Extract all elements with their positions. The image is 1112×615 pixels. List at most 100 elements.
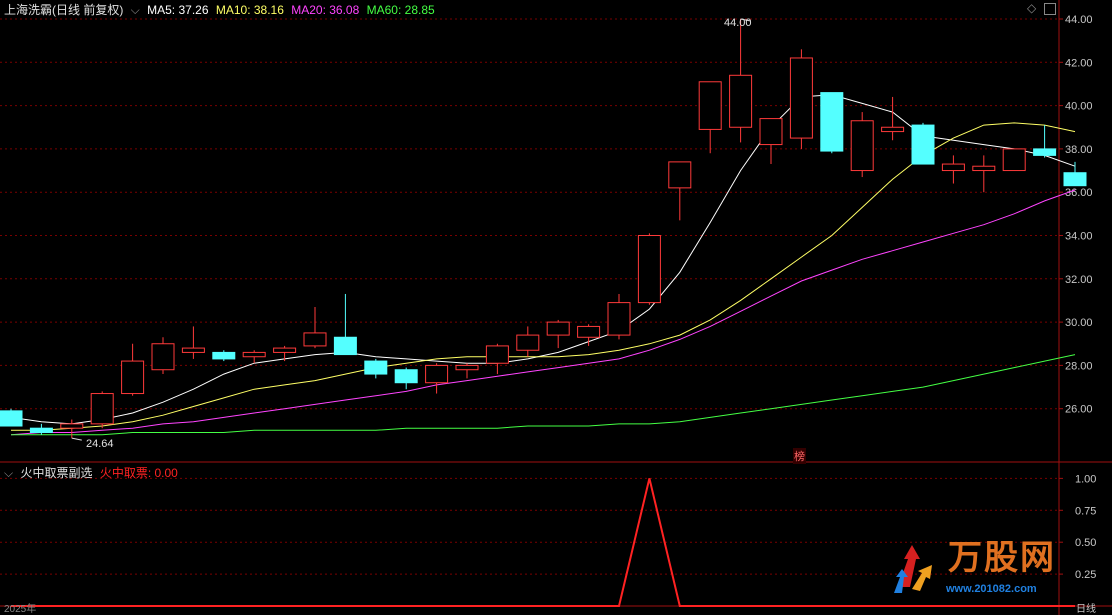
ma5-label: MA5: 37.26 [147, 3, 209, 17]
candle [90, 391, 114, 429]
watermark-brand: 万股网 [948, 539, 1056, 577]
price-tick-label: 28.00 [1065, 360, 1093, 372]
candle-body [0, 410, 23, 427]
ma10-label: MA10: 38.16 [215, 3, 284, 17]
candle [394, 367, 418, 390]
window-toggle-icon[interactable] [1044, 3, 1056, 15]
ma-line-ma10 [11, 122, 1076, 431]
candle [789, 49, 813, 149]
candle-body [303, 332, 327, 347]
candle-body [212, 351, 236, 360]
candle-body [60, 423, 84, 429]
candle-body [972, 165, 996, 172]
candle-body [759, 118, 783, 146]
candle [729, 19, 753, 143]
price-tick-label: 32.00 [1065, 274, 1093, 286]
candle [273, 345, 297, 362]
candle-body [121, 360, 145, 395]
candle-body [911, 124, 935, 165]
candle-body [881, 126, 905, 133]
low-marker-pointer [71, 437, 82, 441]
candle-body [546, 321, 570, 336]
candle [1002, 148, 1026, 172]
candle [455, 363, 479, 379]
price-tick-label: 30.00 [1065, 317, 1093, 329]
indicator-tick-label: 0.75 [1075, 505, 1096, 517]
candle [242, 350, 266, 364]
price-tick-label: 38.00 [1065, 144, 1093, 156]
price-tick-label: 36.00 [1065, 187, 1093, 199]
candle [546, 319, 570, 349]
candle [1033, 125, 1057, 158]
candle-body [607, 302, 631, 336]
candle [972, 155, 996, 193]
candle [820, 92, 844, 154]
candle [698, 81, 722, 154]
candle-body [941, 163, 965, 172]
candle [151, 337, 175, 375]
candle [577, 324, 601, 346]
candle [333, 293, 357, 356]
stock-chart-window: 44.00 42.00 40.00 38.00 36.00 34.00 32.00 30.00… [0, 0, 1112, 615]
rising-arrows-icon [894, 545, 932, 593]
candle-body [273, 347, 297, 353]
candle-body [29, 427, 53, 434]
price-tick-label: 42.00 [1065, 57, 1093, 69]
ma20-label: MA20: 36.08 [291, 3, 360, 17]
settings-circle-icon[interactable]: ⌵ [131, 3, 140, 17]
candle-body [1063, 172, 1087, 187]
ma-line-ma20 [10, 189, 1076, 436]
indicator-value-label: 火中取票: 0.00 [99, 466, 178, 480]
watermark-url: www.201082.com [946, 583, 1037, 595]
candle-body [425, 364, 449, 384]
high-price-label: 44.00 [724, 17, 752, 29]
sub-panel-header: ⌵ 火中取票副选 火中取票: 0.00 [4, 466, 182, 480]
price-tick-label: 34.00 [1065, 231, 1093, 243]
candle [941, 155, 965, 184]
candle-body [668, 161, 692, 189]
stock-title[interactable]: 上海洗霸(日线 前复权) [4, 3, 123, 17]
candle-body [850, 120, 874, 172]
candle [911, 122, 935, 165]
candle-body [364, 360, 388, 375]
candle-body [181, 347, 205, 353]
candle [850, 112, 874, 178]
sub-settings-icon[interactable]: ⌵ [4, 466, 13, 480]
candle [485, 343, 509, 375]
candle-body [1002, 148, 1026, 172]
candle-body [698, 81, 722, 130]
candle-body [394, 369, 418, 384]
candle-body [789, 57, 813, 139]
candle [637, 233, 661, 305]
main-panel-header: 上海洗霸(日线 前复权) ⌵ MA5: 37.26 MA10: 38.16 MA… [4, 3, 439, 17]
candle [425, 363, 449, 394]
rank-badge[interactable]: 榜 [793, 448, 806, 464]
ma60-label: MA60: 28.85 [366, 3, 435, 17]
candle [1063, 161, 1087, 187]
candle [668, 161, 692, 221]
candle [516, 326, 540, 357]
candle-body [637, 235, 661, 304]
chart-canvas[interactable]: 44.00 42.00 40.00 38.00 36.00 34.00 32.00 30.00… [0, 0, 1112, 615]
candle [364, 358, 388, 379]
candle-body [1033, 148, 1057, 156]
candle-body [729, 74, 753, 128]
diamond-icon[interactable]: ◇ [1027, 2, 1037, 14]
candle [759, 118, 783, 165]
candle-body [242, 351, 266, 358]
candle-body [516, 334, 540, 351]
footer-date-label: 2025年 [4, 604, 37, 615]
price-tick-label: 26.00 [1065, 404, 1093, 416]
footer-period-label[interactable]: 日线 [1076, 605, 1096, 615]
watermark-logo: 万股网 www.201082.com [890, 533, 1090, 605]
candle-body [820, 92, 844, 152]
price-tick-label: 40.00 [1065, 101, 1093, 113]
candle-body [455, 364, 479, 371]
sub-panel-title[interactable]: 火中取票副选 [20, 466, 92, 480]
candle-body [333, 336, 357, 356]
candle [121, 343, 145, 396]
indicator-tick-label: 1.00 [1075, 473, 1096, 485]
candle-body [90, 393, 114, 425]
candle [181, 326, 205, 359]
candle [607, 293, 631, 340]
